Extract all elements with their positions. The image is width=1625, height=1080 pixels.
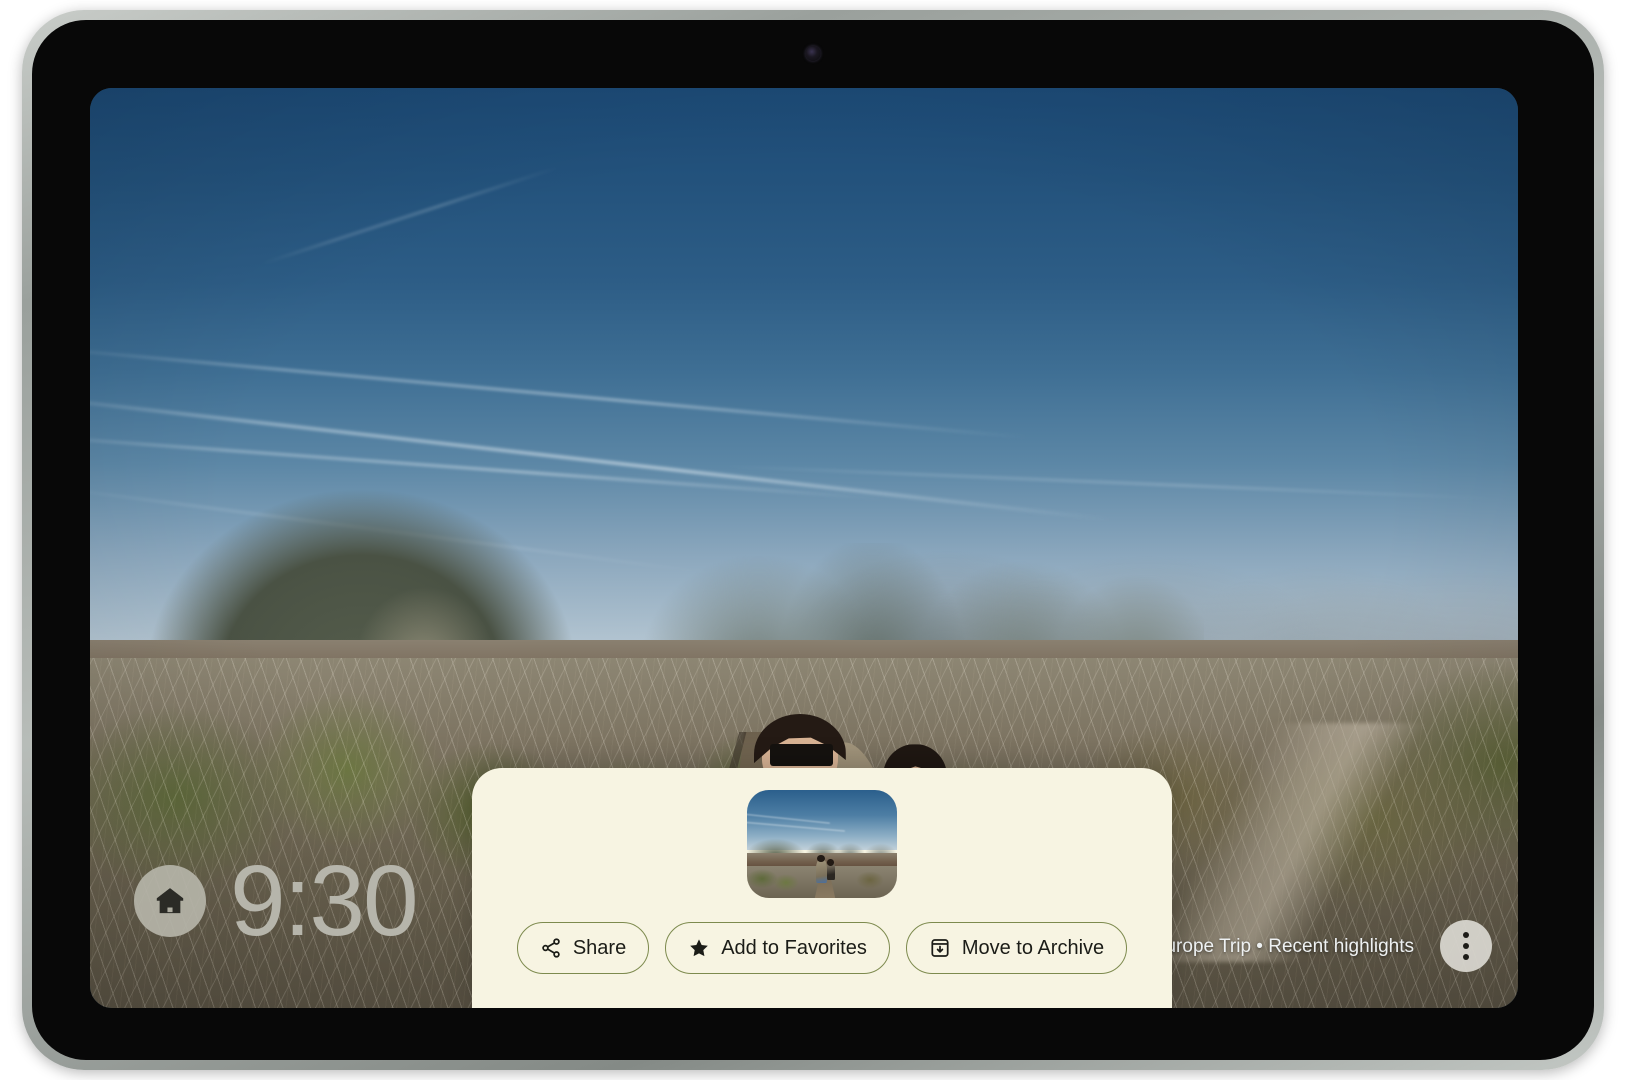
move-to-archive-button[interactable]: Move to Archive [905,922,1128,974]
more-vertical-icon [1463,932,1469,938]
tablet-frame: 9:30 22, 2023, Europe Trip • Recent high… [22,10,1604,1070]
share-button-label: Share [572,936,627,959]
move-to-archive-button-label: Move to Archive [961,936,1105,959]
sunglasses [769,743,833,767]
home-icon [156,888,184,914]
lockscreen-clock-row: 9:30 [134,845,419,957]
screenshot-canvas: 9:30 22, 2023, Europe Trip • Recent high… [0,0,1625,1080]
archive-icon [931,939,949,957]
more-vertical-icon [1463,954,1469,960]
add-to-favorites-button-label: Add to Favorites [721,936,867,959]
more-vertical-icon [1463,943,1469,949]
tablet-bezel: 9:30 22, 2023, Europe Trip • Recent high… [32,20,1594,1060]
add-to-favorites-button[interactable]: Add to Favorites [665,922,890,974]
selected-photo-thumbnail[interactable] [747,790,897,898]
photo-action-sheet: Share Add to Favorites Move to Archive [472,768,1172,1008]
front-camera-icon [805,46,821,61]
home-button[interactable] [134,865,206,937]
action-button-row: Share Add to Favorites Move to Archive [516,922,1128,974]
share-button[interactable]: Share [516,922,650,974]
share-icon [542,938,560,958]
thumbnail-person-head [827,859,834,866]
star-icon [690,939,709,957]
clock-time: 9:30 [230,845,419,957]
more-options-button[interactable] [1440,920,1492,972]
thumbnail-person [816,859,827,883]
tablet-screen: 9:30 22, 2023, Europe Trip • Recent high… [90,88,1518,1008]
